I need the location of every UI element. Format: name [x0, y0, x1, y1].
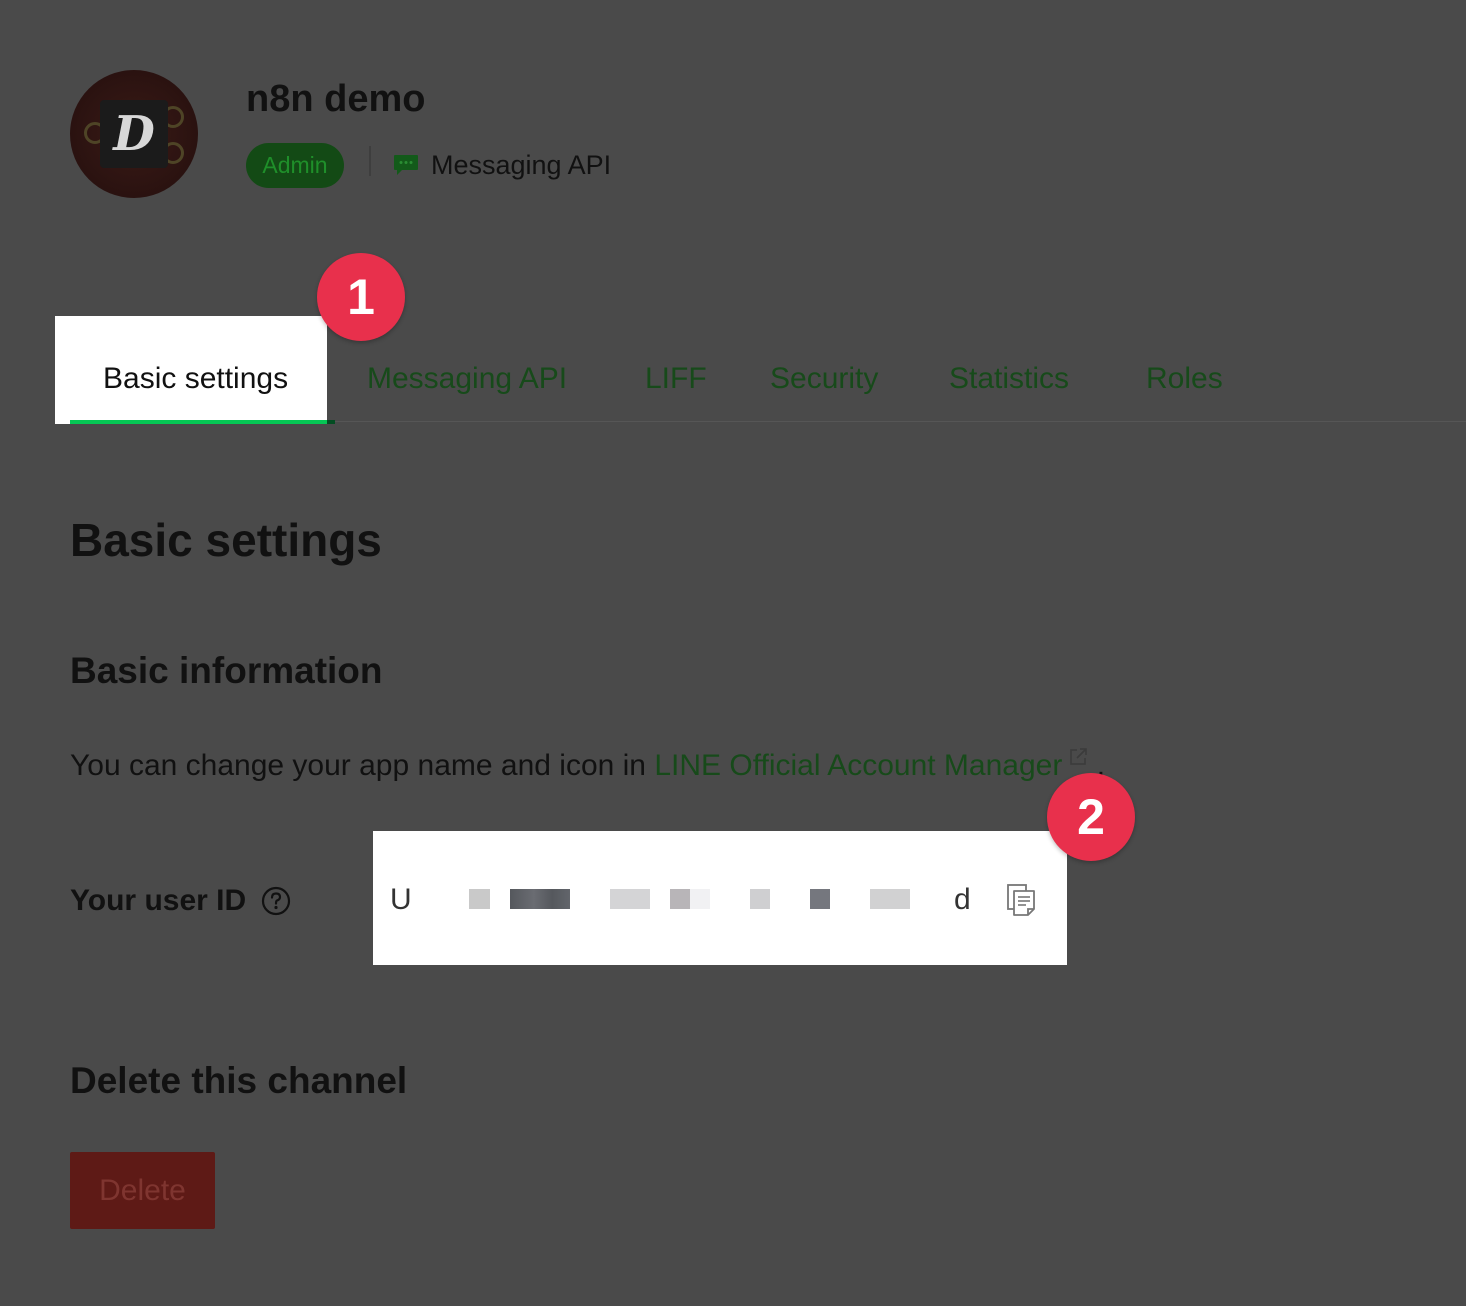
user-id-field: U d — [373, 831, 1067, 965]
copy-icon[interactable] — [1006, 883, 1036, 917]
tab-roles[interactable]: Roles — [1146, 360, 1223, 398]
redacted-block — [810, 889, 830, 909]
redacted-block — [870, 889, 910, 909]
help-icon[interactable] — [261, 886, 291, 916]
user-id-suffix: d — [954, 883, 971, 916]
role-badge: Admin — [246, 143, 344, 188]
header-divider — [369, 146, 371, 176]
delete-channel-heading: Delete this channel — [70, 1060, 408, 1101]
info-text: You can change your app name and icon in… — [70, 746, 1105, 786]
chat-bubble-icon — [394, 155, 418, 175]
external-link-icon — [1070, 748, 1088, 765]
channel-avatar: D — [70, 70, 198, 198]
user-id-prefix: U — [390, 883, 412, 916]
redacted-block — [610, 889, 650, 909]
tab-statistics[interactable]: Statistics — [949, 360, 1069, 398]
callout-marker-2: 2 — [1047, 773, 1135, 861]
tab-label: Basic settings — [103, 362, 289, 395]
redacted-block — [750, 889, 770, 909]
redacted-block — [670, 889, 690, 909]
channel-name: n8n demo — [246, 78, 426, 120]
tab-security[interactable]: Security — [770, 360, 878, 398]
active-tab-indicator — [70, 420, 327, 424]
channel-type-label: Messaging API — [431, 150, 612, 180]
basic-information-heading: Basic information — [70, 650, 383, 691]
page-title: Basic settings — [70, 514, 382, 566]
official-account-manager-link[interactable]: LINE Official Account Manager — [654, 749, 1062, 782]
tab-liff[interactable]: LIFF — [645, 360, 707, 398]
callout-marker-1: 1 — [317, 253, 405, 341]
tab-messaging-api[interactable]: Messaging API — [367, 360, 567, 398]
active-tab-indicator-tail — [327, 420, 335, 424]
redacted-block — [690, 889, 710, 909]
avatar-logo: D — [100, 100, 168, 168]
info-text-body: You can change your app name and icon in — [70, 749, 646, 782]
user-id-label: Your user ID — [70, 884, 247, 917]
tab-basic-settings[interactable]: Basic settings — [55, 316, 327, 424]
redacted-block — [510, 889, 570, 909]
redacted-block — [469, 889, 490, 909]
delete-button[interactable]: Delete — [70, 1152, 215, 1229]
